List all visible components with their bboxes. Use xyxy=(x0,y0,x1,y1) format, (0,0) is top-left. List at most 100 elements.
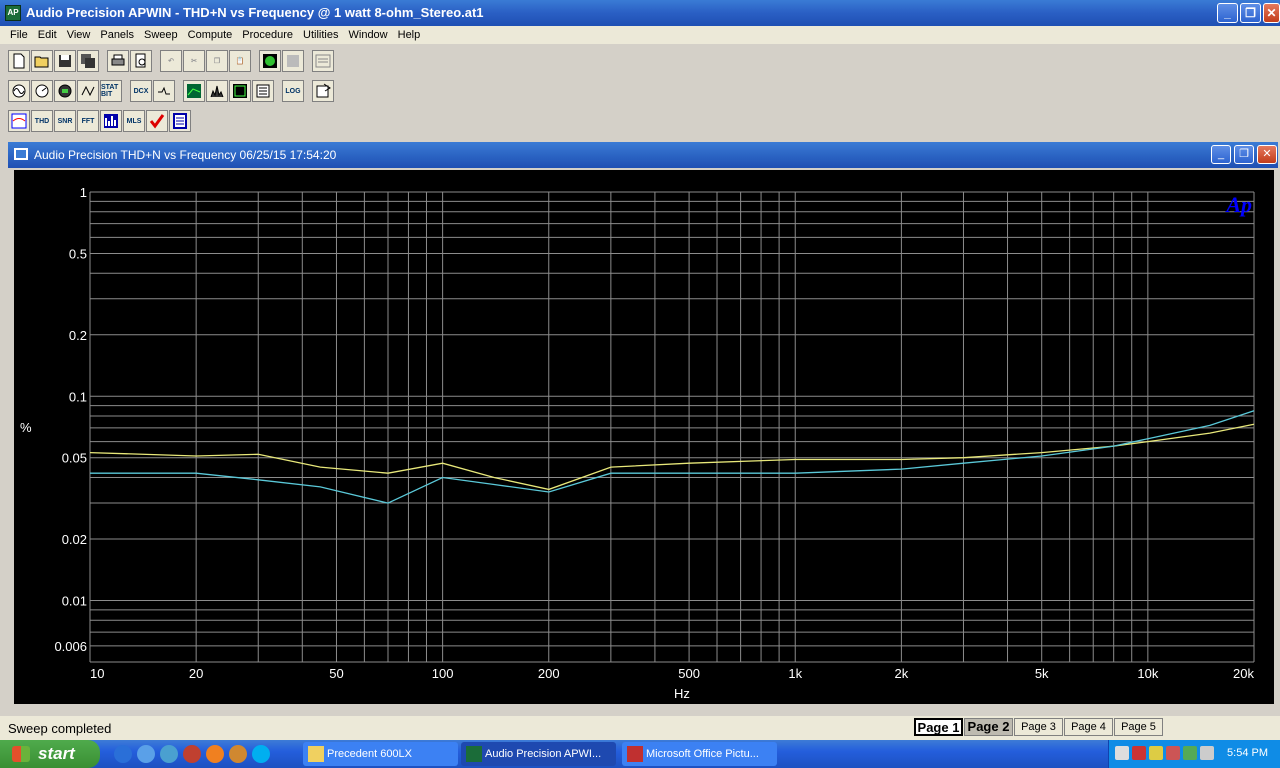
start-button[interactable]: start xyxy=(0,740,100,768)
generator-icon[interactable] xyxy=(8,80,30,102)
x-tick-label: 1k xyxy=(788,666,802,681)
system-tray: 5:54 PM xyxy=(1108,740,1280,768)
y-tick-label: 0.1 xyxy=(69,389,87,404)
explorer-icon[interactable] xyxy=(137,745,155,763)
doc-close-button[interactable]: ✕ xyxy=(1257,145,1277,164)
graph-icon[interactable] xyxy=(183,80,205,102)
log-button[interactable]: LOG xyxy=(282,80,304,102)
y-tick-label: 0.02 xyxy=(62,532,87,547)
task-precedent[interactable]: Precedent 600LX xyxy=(303,742,458,766)
attributes-icon[interactable] xyxy=(252,80,274,102)
panels-toolbar: STAT BIT DCX LOG xyxy=(8,77,334,105)
folder-icon[interactable] xyxy=(229,745,247,763)
menu-sweep[interactable]: Sweep xyxy=(139,26,183,44)
data-icon[interactable] xyxy=(229,80,251,102)
x-tick-label: 100 xyxy=(432,666,454,681)
status-text: Sweep completed xyxy=(8,721,112,736)
save-icon[interactable] xyxy=(54,50,76,72)
menu-compute[interactable]: Compute xyxy=(183,26,238,44)
dcx-button[interactable]: DCX xyxy=(130,80,152,102)
quick-launch xyxy=(114,745,270,763)
page-tab-5[interactable]: Page 5 xyxy=(1114,718,1163,736)
sweep-icon[interactable] xyxy=(153,80,175,102)
analyzer-icon[interactable] xyxy=(31,80,53,102)
task-audio-precision[interactable]: Audio Precision APWI... xyxy=(461,742,616,766)
x-axis-label: Hz xyxy=(674,686,690,701)
open-folder-icon[interactable] xyxy=(31,50,53,72)
stop-icon[interactable] xyxy=(282,50,304,72)
menu-help[interactable]: Help xyxy=(393,26,426,44)
new-file-icon[interactable] xyxy=(8,50,30,72)
fft-button[interactable]: FFT xyxy=(77,110,99,132)
cut-icon[interactable]: ✂ xyxy=(183,50,205,72)
doc-minimize-button[interactable]: _ xyxy=(1211,145,1231,164)
menu-panels[interactable]: Panels xyxy=(95,26,139,44)
report-icon[interactable] xyxy=(169,110,191,132)
menu-utilities[interactable]: Utilities xyxy=(298,26,343,44)
menu-procedure[interactable]: Procedure xyxy=(237,26,298,44)
media-player-icon[interactable] xyxy=(160,745,178,763)
spectrum-icon[interactable] xyxy=(100,110,122,132)
close-button[interactable]: ✕ xyxy=(1263,3,1280,23)
frequency-response-icon[interactable] xyxy=(8,110,30,132)
task-ms-office-picture[interactable]: Microsoft Office Pictu... xyxy=(622,742,777,766)
thd-graph-panel: 10 20 50 100 200 500 1k 2k 5k 10k 20k 1 0.5 0.2 0.1 0.0… xyxy=(14,170,1274,704)
switcher-icon[interactable] xyxy=(77,80,99,102)
print-preview-icon[interactable] xyxy=(130,50,152,72)
clock: 5:54 PM xyxy=(1227,747,1268,759)
stat-bit-button[interactable]: STAT BIT xyxy=(100,80,122,102)
print-icon[interactable] xyxy=(107,50,129,72)
network-icon[interactable] xyxy=(1115,746,1129,760)
device-icon[interactable] xyxy=(1183,746,1197,760)
menu-window[interactable]: Window xyxy=(344,26,393,44)
standard-toolbar: ↶ ✂ ❐ 📋 xyxy=(8,47,334,75)
menu-view[interactable]: View xyxy=(62,26,96,44)
thd-button[interactable]: THD xyxy=(31,110,53,132)
fft-graph-icon[interactable] xyxy=(206,80,228,102)
dsp-icon[interactable] xyxy=(54,80,76,102)
task-label: Audio Precision APWI... xyxy=(485,748,602,760)
copy-icon[interactable]: ❐ xyxy=(206,50,228,72)
page-tab-2[interactable]: Page 2 xyxy=(964,718,1013,736)
thd-n-frequency-chart: 10 20 50 100 200 500 1k 2k 5k 10k 20k 1 0.5 0.2 0.1 0.0… xyxy=(20,185,1255,701)
media-icon[interactable] xyxy=(183,745,201,763)
page-tab-1[interactable]: Page 1 xyxy=(914,718,963,736)
security-icon[interactable] xyxy=(1132,746,1146,760)
menu-bar: File Edit View Panels Sweep Compute Procedure U… xyxy=(0,26,1280,44)
undo-icon[interactable]: ↶ xyxy=(160,50,182,72)
checkmark-icon[interactable] xyxy=(146,110,168,132)
start-label: start xyxy=(38,744,75,763)
x-tick-label: 50 xyxy=(329,666,343,681)
x-tick-label: 2k xyxy=(895,666,909,681)
page-tab-4[interactable]: Page 4 xyxy=(1064,718,1113,736)
minimize-button[interactable]: _ xyxy=(1217,3,1238,23)
panel-icon[interactable] xyxy=(312,50,334,72)
task-label: Precedent 600LX xyxy=(327,748,413,760)
menu-file[interactable]: File xyxy=(0,26,33,44)
shield-icon[interactable] xyxy=(1149,746,1163,760)
mls-button[interactable]: MLS xyxy=(123,110,145,132)
update-icon[interactable] xyxy=(1166,746,1180,760)
x-tick-label: 20k xyxy=(1233,666,1254,681)
y-tick-label: 0.01 xyxy=(62,594,87,609)
firefox-icon[interactable] xyxy=(206,745,224,763)
y-axis-label: % xyxy=(20,420,32,435)
restore-button[interactable]: ❐ xyxy=(1240,3,1261,23)
save-all-icon[interactable] xyxy=(77,50,99,72)
doc-restore-button[interactable]: ❐ xyxy=(1234,145,1254,164)
folder-icon xyxy=(308,746,324,762)
macro-icon[interactable] xyxy=(312,80,334,102)
x-tick-label: 200 xyxy=(538,666,560,681)
menu-edit[interactable]: Edit xyxy=(33,26,62,44)
volume-icon[interactable] xyxy=(1200,746,1214,760)
ap-logo: Ap xyxy=(1224,192,1252,217)
skype-icon[interactable] xyxy=(252,745,270,763)
status-bar: Sweep completed Page 1 Page 2 Page 3 Pag… xyxy=(0,716,1280,740)
snr-button[interactable]: SNR xyxy=(54,110,76,132)
go-icon[interactable] xyxy=(259,50,281,72)
y-tick-label: 0.2 xyxy=(69,328,87,343)
page-tab-3[interactable]: Page 3 xyxy=(1014,718,1063,736)
window-title: Audio Precision APWIN - THD+N vs Frequen… xyxy=(26,5,484,20)
ie-icon[interactable] xyxy=(114,745,132,763)
paste-icon[interactable]: 📋 xyxy=(229,50,251,72)
